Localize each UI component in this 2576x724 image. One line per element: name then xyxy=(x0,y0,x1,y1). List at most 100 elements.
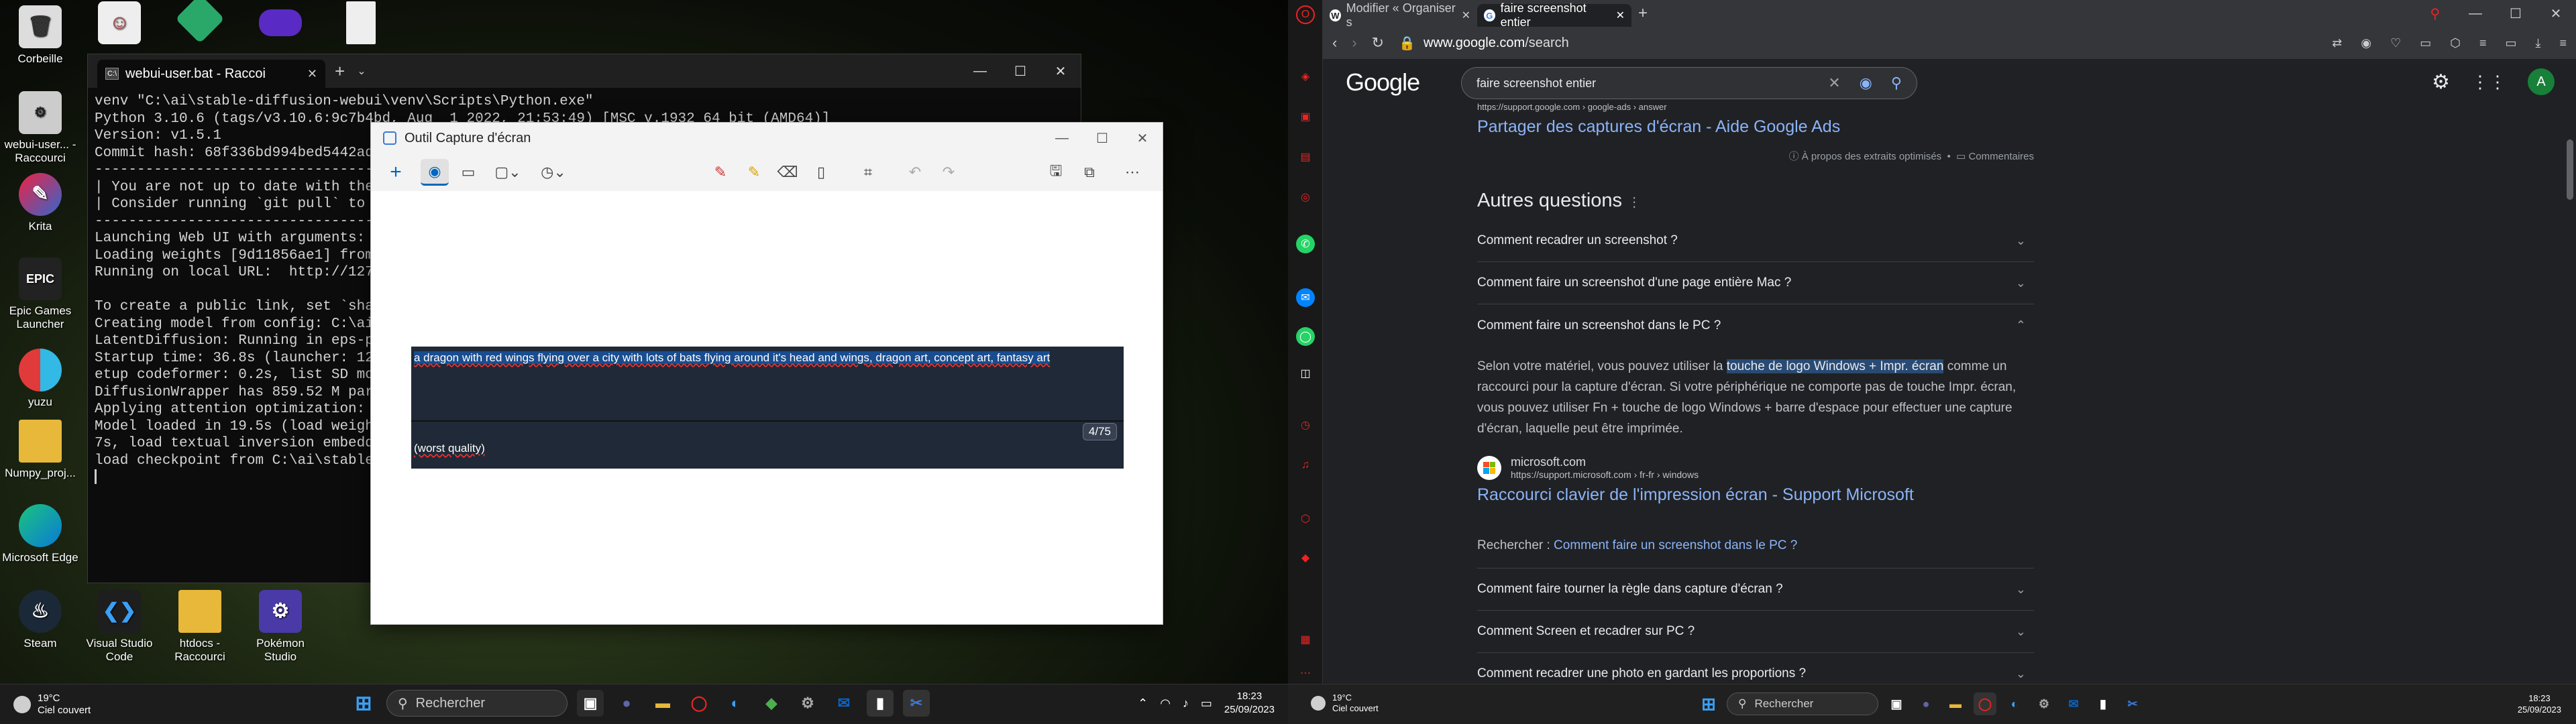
desktop-icon-vscode[interactable]: ❮❯ Visual Studio Code xyxy=(79,590,160,664)
undo-icon[interactable]: ↶ xyxy=(901,159,929,186)
desktop-icon-steam[interactable]: ♨ Steam xyxy=(0,590,80,650)
apps-grid-icon[interactable]: ⋮⋮ xyxy=(2471,72,2506,93)
browser-tab-google[interactable]: G faire screenshot entier ✕ xyxy=(1477,1,1631,29)
task-view-icon[interactable]: ▣ xyxy=(1885,692,1908,715)
weather-widget[interactable]: 19°C Ciel couvert xyxy=(1311,692,1379,714)
about-snippets-link[interactable]: À propos des extraits optimisés xyxy=(1802,151,1941,162)
edge-taskbar-icon[interactable]: ◐ xyxy=(722,690,749,717)
file-explorer-icon[interactable]: ▬ xyxy=(649,690,676,717)
opera-icon[interactable]: ◯ xyxy=(686,690,712,717)
maximize-icon[interactable]: ☐ xyxy=(2496,0,2536,27)
address-bar[interactable]: 🔒 www.google.com/search xyxy=(1399,35,1569,52)
clock[interactable]: 18:23 25/09/2023 xyxy=(1224,690,1275,717)
wifi-icon[interactable]: ◠ xyxy=(1160,697,1171,711)
desktop-icon-epic-games[interactable]: EPIC Epic Games Launcher xyxy=(0,257,80,331)
crypto-wallet-icon[interactable]: ⬡ xyxy=(1296,509,1315,528)
ruler-icon[interactable]: ▯ xyxy=(807,159,835,186)
more-options-icon[interactable]: ⋯ xyxy=(1118,159,1146,186)
clear-search-icon[interactable]: ✕ xyxy=(1828,74,1840,92)
task-view-icon[interactable]: ▣ xyxy=(577,690,604,717)
volume-icon[interactable]: ♪ xyxy=(1183,697,1189,711)
new-tab-icon[interactable]: + xyxy=(335,61,345,82)
whatsapp-icon[interactable]: ✆ xyxy=(1296,235,1315,253)
close-tab-icon[interactable]: ✕ xyxy=(1616,9,1625,22)
translate-icon[interactable]: ⇄ xyxy=(2332,36,2342,50)
search-more-link[interactable]: Comment faire un screenshot dans le PC ? xyxy=(1554,538,1797,552)
close-tab-icon[interactable]: ✕ xyxy=(307,67,317,81)
desktop-icon-webui[interactable]: ⚙ webui-user... - Raccourci xyxy=(0,91,80,165)
reload-icon[interactable]: ↻ xyxy=(1372,34,1384,52)
close-tab-icon[interactable]: ✕ xyxy=(1462,9,1470,22)
settings-icon[interactable]: ⚙ xyxy=(794,690,821,717)
snip-mode-icon[interactable]: ▢⌄ xyxy=(488,159,528,186)
desktop-icon-krita[interactable]: ✎ Krita xyxy=(0,173,80,233)
scrollbar[interactable] xyxy=(2567,139,2573,200)
gear-icon[interactable]: ⚙ xyxy=(2432,70,2450,94)
desktop-icon-app-2[interactable] xyxy=(160,0,240,44)
instagram-icon[interactable]: ◎ xyxy=(1296,188,1315,206)
crop-icon[interactable]: ⌗ xyxy=(854,159,882,186)
new-snip-icon[interactable]: + xyxy=(382,159,410,186)
file-explorer-icon[interactable]: ▬ xyxy=(1944,692,1967,715)
teams-icon[interactable]: ● xyxy=(1915,692,1937,715)
aria-icon[interactable]: ◈ xyxy=(1296,67,1315,86)
new-tab-icon[interactable]: + xyxy=(1638,4,1648,23)
easy-setup-icon[interactable]: ≡ xyxy=(2559,36,2567,50)
sidebar-more-icon[interactable]: ⋯ xyxy=(1296,664,1315,682)
music-icon[interactable]: ♫ xyxy=(1296,456,1315,475)
desktop-icon-app-1[interactable]: ☺ xyxy=(79,1,160,48)
whatsapp-2-icon[interactable]: ◯ xyxy=(1296,327,1315,346)
desktop-icon-recycle-bin[interactable]: 🗑 Corbeille xyxy=(0,5,80,66)
maximize-icon[interactable]: ☐ xyxy=(1000,54,1040,88)
google-lens-icon[interactable]: ◉ xyxy=(1860,74,1872,92)
messenger-icon[interactable]: ✉ xyxy=(1296,288,1315,307)
terminal-taskbar-icon[interactable]: ▮ xyxy=(867,690,894,717)
windows-start-icon[interactable]: ⊞ xyxy=(1697,692,1720,715)
desktop-icon-file[interactable] xyxy=(321,1,401,48)
opera-icon[interactable]: ◯ xyxy=(1974,692,1996,715)
comments-link[interactable]: Commentaires xyxy=(1968,151,2034,162)
google-search-box[interactable]: faire screenshot entier ✕ ◉ ⚲ xyxy=(1461,67,1917,99)
battery-saver-icon[interactable]: ▭ xyxy=(2506,36,2517,50)
bookmark-icon[interactable]: ♡ xyxy=(2390,36,2401,50)
desktop-icon-numpy[interactable]: Numpy_proj... xyxy=(0,420,80,480)
sidebar-settings-icon[interactable]: ▦ xyxy=(1296,630,1315,649)
outlook-icon[interactable]: ✉ xyxy=(830,690,857,717)
settings-icon[interactable]: ⚙ xyxy=(2033,692,2055,715)
chevron-down-icon[interactable]: ⌄ xyxy=(357,64,366,78)
result-link[interactable]: Partager des captures d'écran - Aide Goo… xyxy=(1477,117,2034,137)
question-row[interactable]: Comment Screen et recadrer sur PC ? ⌄ xyxy=(1477,611,2034,653)
video-icon[interactable]: ▭ xyxy=(454,159,482,186)
more-vert-icon[interactable]: ⋮ xyxy=(1627,195,1641,210)
close-icon[interactable]: ✕ xyxy=(1040,54,1081,88)
forward-icon[interactable]: › xyxy=(1352,34,1356,52)
save-icon[interactable]: 🖫 xyxy=(1042,159,1070,186)
google-logo[interactable]: Google xyxy=(1346,68,1420,97)
question-row[interactable]: Comment faire tourner la règle dans capt… xyxy=(1477,568,2034,611)
search-tabs-icon[interactable]: ⚲ xyxy=(2415,0,2455,27)
extensions-icon[interactable]: ◆ xyxy=(1296,548,1315,567)
search-icon[interactable]: ⚲ xyxy=(1891,74,1902,92)
download-icon[interactable]: ⤓ xyxy=(2536,36,2541,50)
source-link[interactable]: Raccourci clavier de l'impression écran … xyxy=(1477,485,2034,505)
vpn-icon[interactable]: ⬡ xyxy=(2450,36,2461,50)
green-app-taskbar-icon[interactable]: ◆ xyxy=(758,690,785,717)
battery-icon[interactable]: ▭ xyxy=(1201,697,1212,711)
chevron-up-icon[interactable]: ⌃ xyxy=(1138,697,1148,711)
timer-icon[interactable]: ◷⌄ xyxy=(533,159,574,186)
desktop-icon-pokemon-studio[interactable]: ⚙ Pokémon Studio xyxy=(240,590,321,664)
outlook-icon[interactable]: ✉ xyxy=(2062,692,2085,715)
terminal-taskbar-icon[interactable]: ▮ xyxy=(2092,692,2114,715)
minimize-icon[interactable]: — xyxy=(1042,123,1082,154)
taskbar-search[interactable]: ⚲ Rechercher xyxy=(1727,692,1878,715)
weather-widget[interactable]: 19°C Ciel couvert xyxy=(13,692,91,717)
camera-icon[interactable]: ◉ xyxy=(421,159,449,186)
avatar[interactable]: A xyxy=(2528,68,2555,95)
desktop-icon-yuzu[interactable]: yuzu xyxy=(0,349,80,409)
redo-icon[interactable]: ↷ xyxy=(934,159,963,186)
maximize-icon[interactable]: ☐ xyxy=(1082,123,1122,154)
snipping-tool-taskbar-icon[interactable]: ✂ xyxy=(2121,692,2144,715)
question-row[interactable]: Comment recadrer un screenshot ? ⌄ xyxy=(1477,220,2034,262)
snapshot-icon[interactable]: ◉ xyxy=(2361,36,2371,50)
back-icon[interactable]: ‹ xyxy=(1332,34,1337,52)
